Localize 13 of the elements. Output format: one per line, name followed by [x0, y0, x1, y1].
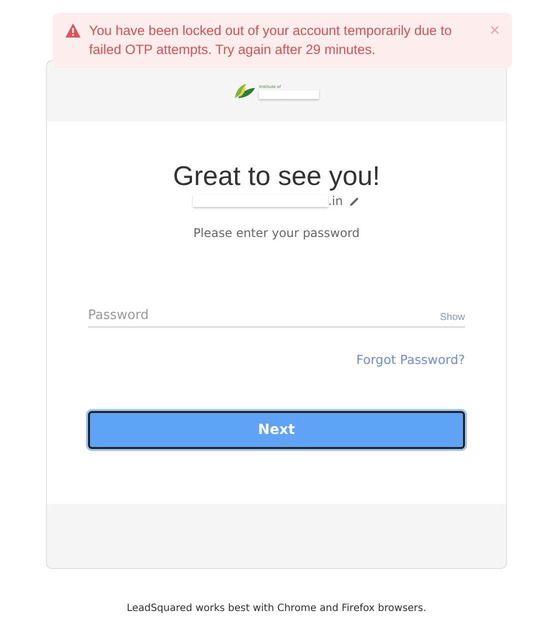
close-button[interactable]: × [489, 21, 500, 39]
forgot-password-link[interactable]: Forgot Password? [356, 352, 465, 367]
greeting-title: Great to see you! [172, 161, 380, 192]
show-password-button[interactable]: Show [440, 312, 465, 323]
browser-note: LeadSquared works best with Chrome and Firefox browsers. [126, 603, 426, 614]
warning-icon [65, 23, 81, 38]
password-prompt: Please enter your password [193, 226, 360, 240]
next-button[interactable]: Next [88, 411, 465, 449]
leaf-logo-icon [234, 83, 256, 99]
pencil-icon[interactable] [348, 196, 360, 206]
redaction-bar [259, 90, 319, 98]
alert-message: You have been locked out of your account temporarily due to failed OTP attempts. Try again after 29 minutes. [89, 22, 453, 59]
email-text: .in [328, 194, 343, 208]
